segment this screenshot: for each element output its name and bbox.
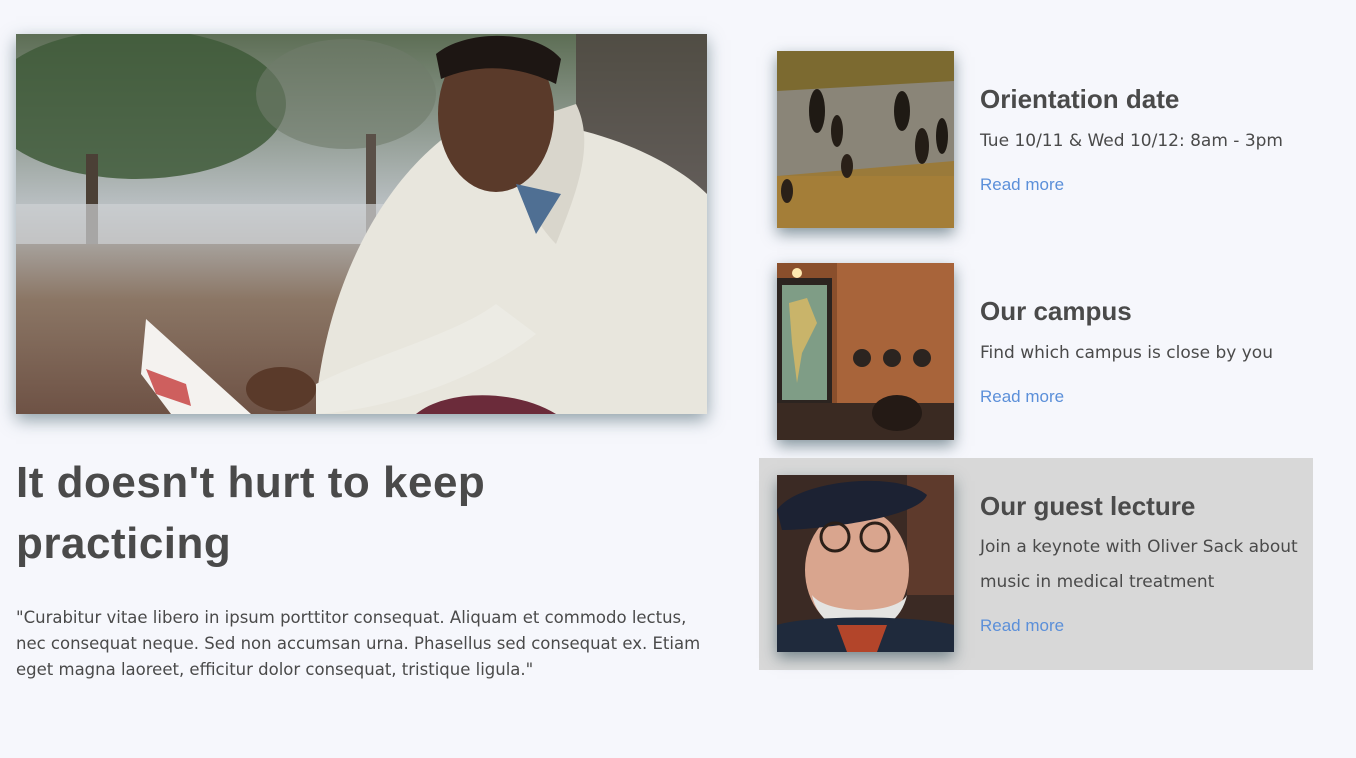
orientation-thumbnail-graphic [777, 51, 954, 228]
card-title: Orientation date [980, 84, 1180, 114]
guest-lecture-thumbnail-graphic [777, 475, 954, 652]
hero-photo [16, 34, 707, 414]
campus-thumbnail [777, 263, 954, 440]
feature-headline: It doesn't hurt to keep practicing [16, 458, 486, 568]
card-description: Tue 10/11 & Wed 10/12: 8am - 3pm [980, 131, 1283, 151]
hero-photo-graphic [16, 34, 707, 414]
read-more-link[interactable]: Read more [980, 175, 1064, 195]
card-title: Our campus [980, 296, 1132, 326]
read-more-link[interactable]: Read more [980, 616, 1064, 636]
campus-thumbnail-graphic [777, 263, 954, 440]
event-card-guest-lecture[interactable]: Our guest lecture Join a keynote with Ol… [759, 458, 1313, 670]
event-card-orientation: Orientation date Tue 10/11 & Wed 10/12: … [759, 34, 1313, 246]
card-description: Join a keynote with Oliver Sack about mu… [980, 537, 1298, 592]
read-more-link[interactable]: Read more [980, 387, 1064, 407]
card-title: Our guest lecture [980, 491, 1196, 521]
feature-quote: "Curabitur vitae libero in ipsum porttit… [16, 608, 701, 679]
guest-lecture-thumbnail [777, 475, 954, 652]
orientation-thumbnail [777, 51, 954, 228]
card-description: Find which campus is close by you [980, 343, 1273, 363]
event-card-campus: Our campus Find which campus is close by… [759, 246, 1313, 458]
